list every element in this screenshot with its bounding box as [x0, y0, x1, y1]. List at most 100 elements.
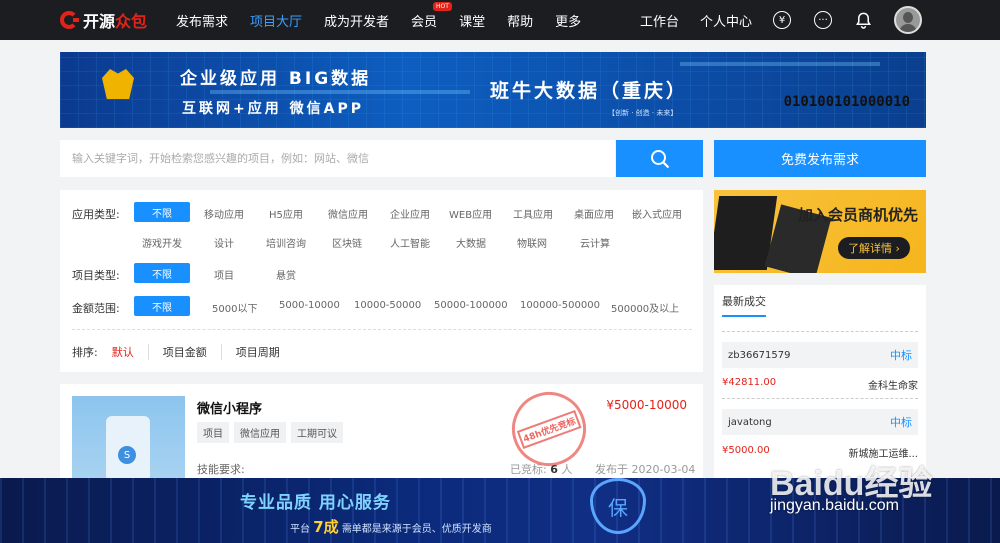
filter-chip[interactable]: 物联网 [517, 235, 547, 250]
filter-chip[interactable]: 企业应用 [390, 206, 430, 221]
project-tags: 项目 微信应用 工期可议 [197, 422, 348, 443]
nav-help[interactable]: 帮助 [507, 11, 533, 30]
nav-membership[interactable]: 会员 HOT [411, 1, 452, 30]
deal-detail: ¥42811.00 金科生命家 [722, 377, 918, 392]
bell-icon[interactable] [855, 11, 872, 29]
project-tag: 微信应用 [234, 422, 286, 443]
member-promo[interactable]: 加入会员商机优先 了解详情 › [714, 190, 926, 273]
filter-divider [72, 329, 692, 330]
filter-chip[interactable]: 10000-50000 [354, 300, 421, 311]
skill-requirement-label: 技能要求: [197, 463, 245, 476]
stamp-text: 48h优先竞标 [516, 409, 582, 449]
search-icon [650, 149, 669, 168]
deal-status: 中标 [890, 416, 912, 429]
filter-chip[interactable]: 5000以下 [212, 300, 257, 315]
banner-binary: 010100101000010 [783, 94, 910, 110]
filter-panel: 应用类型: 不限 移动应用 H5应用 微信应用 企业应用 WEB应用 工具应用 … [60, 190, 703, 372]
nav-workbench[interactable]: 工作台 [640, 11, 679, 30]
publish-date: 发布于 2020-03-04 [595, 463, 696, 476]
bottom-headline: 专业品质 用心服务 [240, 493, 391, 513]
filter-label: 金额范围: [72, 302, 120, 315]
nav-project-hall[interactable]: 项目大厅 [250, 11, 302, 30]
filter-chip[interactable]: 云计算 [580, 235, 610, 250]
recent-deals-title: 最新成交 [722, 293, 766, 317]
filter-chip[interactable]: 项目 [214, 267, 234, 282]
nav-publish[interactable]: 发布需求 [176, 11, 228, 30]
filter-chip[interactable]: 不限 [134, 296, 190, 316]
filter-chip[interactable]: 5000-10000 [279, 300, 340, 311]
filter-chip[interactable]: 桌面应用 [574, 206, 614, 221]
filter-chip[interactable]: 500000及以上 [611, 300, 679, 315]
search-button[interactable] [616, 140, 703, 177]
nav-more[interactable]: 更多 [555, 11, 581, 30]
deal-client: 金科生命家 [868, 381, 918, 392]
deal-status: 中标 [890, 349, 912, 362]
filter-chip[interactable]: H5应用 [269, 206, 303, 221]
filter-chip[interactable]: 培训咨询 [266, 235, 306, 250]
recent-deals-panel: 最新成交 zb36671579 中标 ¥42811.00 金科生命家 javat… [714, 285, 926, 485]
deal-amount: ¥42811.00 [722, 377, 777, 388]
sort-option[interactable]: 项目周期 [236, 344, 294, 360]
deal-amount: ¥5000.00 [722, 445, 770, 456]
sort-option[interactable]: 默认 [112, 344, 149, 360]
nav-membership-label: 会员 [411, 14, 438, 30]
search-input[interactable] [72, 152, 615, 165]
logo-text: 开源众包 [83, 12, 148, 31]
filter-chip[interactable]: 工具应用 [513, 206, 553, 221]
nav-personal-center[interactable]: 个人中心 [700, 11, 752, 30]
filter-chip[interactable]: 区块链 [332, 235, 362, 250]
publish-demand-button[interactable]: 免费发布需求 [714, 140, 926, 177]
phone-icon: S [106, 416, 150, 482]
filter-chip[interactable]: 大数据 [456, 235, 486, 250]
banner-tagline: 【创新 · 创造 · 未来】 [608, 109, 678, 117]
member-promo-title: 加入会员商机优先 [798, 206, 919, 224]
ad-banner[interactable]: 企业级应用 BIG数据 互联网+应用 微信APP 班牛大数据（重庆） 【创新 ·… [60, 52, 926, 128]
banner-line [680, 62, 880, 66]
filter-label: 应用类型: [72, 208, 120, 221]
project-tag: 项目 [197, 422, 229, 443]
main-nav: 发布需求 项目大厅 成为开发者 会员 HOT 课堂 帮助 更多 [176, 1, 603, 30]
wallet-icon[interactable]: ¥ [773, 11, 791, 29]
bottom-subline: 平台 7成 需单都是来源于会员、优质开发商 [290, 518, 492, 536]
deal-user: zb36671579 [728, 349, 791, 361]
deal-item[interactable]: zb36671579 中标 [722, 342, 918, 368]
filter-chip[interactable]: 移动应用 [204, 206, 244, 221]
user-avatar[interactable] [894, 6, 922, 34]
project-tag: 工期可议 [291, 422, 343, 443]
filter-chip[interactable]: 50000-100000 [434, 300, 508, 311]
banner-company: 班牛大数据（重庆） [490, 80, 689, 102]
deal-item[interactable]: javatong 中标 [722, 409, 918, 435]
filter-chip[interactable]: 嵌入式应用 [632, 206, 682, 221]
banner-line2: 互联网+应用 微信APP [182, 101, 364, 117]
divider [722, 398, 918, 399]
nav-classroom[interactable]: 课堂 [459, 11, 485, 30]
filter-chip[interactable]: WEB应用 [449, 206, 492, 221]
message-icon[interactable]: ··· [814, 11, 832, 29]
filter-chip[interactable]: 不限 [134, 202, 190, 222]
watermark-url: jingyan.baidu.com [770, 497, 899, 514]
deal-user: javatong [728, 416, 772, 428]
search-box [60, 140, 615, 177]
filter-chip[interactable]: 设计 [214, 235, 234, 250]
logo-mark-icon [60, 11, 79, 29]
filter-chip[interactable]: 100000-500000 [520, 300, 600, 311]
user-nav: 工作台 个人中心 ¥ ··· [640, 0, 1000, 40]
member-details-button[interactable]: 了解详情 › [838, 237, 910, 259]
site-logo[interactable]: 开源众包 [60, 8, 160, 32]
banner-line1: 企业级应用 BIG数据 [180, 69, 372, 89]
filter-chip[interactable]: 微信应用 [328, 206, 368, 221]
project-card[interactable]: S 微信小程序 项目 微信应用 工期可议 48h优先竞标 ¥5000-10000… [60, 381, 703, 484]
bid-count: 已竞标: 6 人 [510, 463, 573, 476]
top-navigation-bar: 开源众包 发布需求 项目大厅 成为开发者 会员 HOT 课堂 帮助 更多 工作台 … [0, 0, 1000, 40]
filter-chip[interactable]: 不限 [134, 263, 190, 283]
project-title[interactable]: 微信小程序 [197, 398, 262, 417]
filter-chip[interactable]: 人工智能 [390, 235, 430, 250]
project-price: ¥5000-10000 [606, 398, 687, 412]
filter-chip[interactable]: 悬赏 [276, 267, 296, 282]
project-thumbnail: S [72, 396, 185, 482]
divider [722, 331, 918, 332]
sort-option[interactable]: 项目金额 [163, 344, 222, 360]
banner-line [210, 90, 470, 94]
nav-become-developer[interactable]: 成为开发者 [324, 11, 389, 30]
filter-chip[interactable]: 游戏开发 [142, 235, 182, 250]
